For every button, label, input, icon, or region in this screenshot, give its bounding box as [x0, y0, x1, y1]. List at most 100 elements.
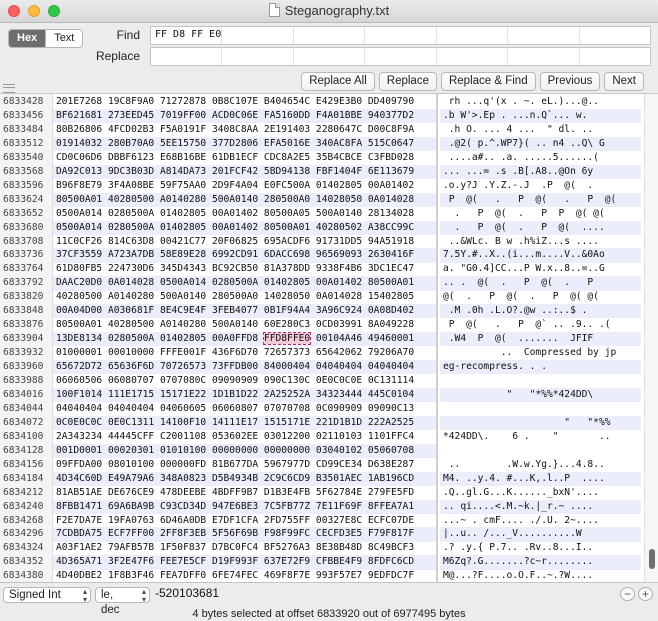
- replace-and-find-button[interactable]: Replace & Find: [440, 72, 536, 91]
- hex-editor-view[interactable]: 6833428 201E7268 19C8F9A0 71272878 0B8C10…: [0, 93, 658, 582]
- row-hex-bytes[interactable]: 4D34C60D E49A79A6 348A0823 D5B4934B 2C9C…: [53, 471, 437, 486]
- row-ascii-text[interactable]: . P @( . P @( ....: [440, 220, 641, 235]
- hex-row[interactable]: 6834380 4D40DBE2 1F8B3F46 FEA7DFF0 6FE74F…: [0, 569, 645, 582]
- row-ascii-text[interactable]: a. "G0.4]CC...P W.x..8..=..G: [440, 262, 641, 276]
- hex-row[interactable]: 6833792 DAAC20D0 0A014028 0500A014 028050…: [0, 276, 645, 291]
- hex-row[interactable]: 6833568 DA92C013 9DC3B03D A814DA73 201FCF…: [0, 164, 645, 179]
- row-hex-bytes[interactable]: 09FFDA00 08010100 000000FD 81B677DA 5967…: [53, 458, 437, 472]
- row-hex-bytes[interactable]: B96F8E79 3F4A08BE 59F75AA0 2D9F4A04 E0FC…: [53, 179, 437, 193]
- row-ascii-text[interactable]: |..u.. /..._V..........W: [440, 527, 641, 542]
- replace-all-button[interactable]: Replace All: [301, 72, 375, 91]
- row-hex-bytes[interactable]: 001D0001 00020301 01010100 00000000 0000…: [53, 443, 437, 458]
- row-hex-bytes[interactable]: 04040404 04040404 04060605 06060807 0707…: [53, 402, 437, 416]
- hex-row[interactable]: 6833456 BF621681 273EED45 7019FF00 ACD0C0…: [0, 108, 645, 124]
- row-hex-bytes[interactable]: 80500A01 40280500 A0140280 500A0140 60E2…: [53, 318, 437, 332]
- hex-row[interactable]: 6834212 81AB51AE DE676CE9 478DEEBE 4BDFF9…: [0, 486, 645, 500]
- row-ascii-text[interactable]: .b W'>.Ep . ...n.Q`... w.: [440, 108, 641, 124]
- mode-hex-button[interactable]: Hex: [9, 30, 46, 47]
- row-ascii-text[interactable]: P @( . P @( . P @(: [440, 192, 641, 207]
- row-hex-bytes[interactable]: 8FBB1471 69A6BA9B C93CD34D 947E6BE3 7C5F…: [53, 499, 437, 514]
- hex-row[interactable]: 6834240 8FBB1471 69A6BA9B C93CD34D 947E6B…: [0, 499, 645, 514]
- hex-row[interactable]: 6833428 201E7268 19C8F9A0 71272878 0B8C10…: [0, 95, 645, 109]
- add-inspector-button[interactable]: +: [638, 587, 653, 601]
- row-hex-bytes[interactable]: BF621681 273EED45 7019FF00 ACD0C06E FA51…: [53, 108, 437, 124]
- row-ascii-text[interactable]: *424DD\. 6 . " ..: [440, 430, 641, 444]
- hex-row[interactable]: 6833540 CD0C06D6 DBBF6123 E68B16BE 61DB1E…: [0, 151, 645, 165]
- row-hex-bytes[interactable]: DA92C013 9DC3B03D A814DA73 201FCF42 5BD9…: [53, 164, 437, 179]
- mode-text-button[interactable]: Text: [45, 30, 82, 47]
- row-ascii-text[interactable]: ... ...= .s .B[.A8..@On 6y: [440, 164, 641, 179]
- hex-row[interactable]: 6833736 37CF3559 A723A7DB 58E89E28 6992CD…: [0, 248, 645, 263]
- row-ascii-text[interactable]: P @( . P @` .. .9.. .(: [440, 318, 641, 332]
- row-hex-bytes[interactable]: F2E7DA7E 19FA0763 6D46A0DB E7DF1CFA 2FD7…: [53, 514, 437, 528]
- row-hex-bytes[interactable]: 7CDBDA75 ECF7FF00 2FF8F3EB 5F56F69B F98F…: [53, 527, 437, 542]
- row-hex-bytes[interactable]: 61D80FB5 224730D6 345D4343 BC92CB50 81A3…: [53, 262, 437, 276]
- find-field[interactable]: FF D8 FF E0: [150, 26, 651, 45]
- row-hex-bytes[interactable]: CD0C06D6 DBBF6123 E68B16BE 61DB1ECF CDC8…: [53, 151, 437, 165]
- hex-row[interactable]: 6834100 2A343234 44445CFF C2001108 053602…: [0, 430, 645, 444]
- inspector-value[interactable]: -520103681: [155, 586, 219, 600]
- row-hex-bytes[interactable]: 4D365A71 3F2E47F6 FEE7E5CF D19F993F 637E…: [53, 555, 437, 570]
- row-hex-bytes[interactable]: 13DE8134 0280500A 01402805 00A0FFD8 FFD8…: [53, 332, 437, 347]
- row-hex-bytes[interactable]: 81AB51AE DE676CE9 478DEEBE 4BDFF9B7 D1B3…: [53, 486, 437, 500]
- hex-row[interactable]: 6834156 09FFDA00 08010100 000000FD 81B677…: [0, 458, 645, 472]
- row-ascii-text[interactable]: .. Compressed by jp: [440, 346, 641, 360]
- hex-row[interactable]: 6833960 65672D72 65636F6D 70726573 73FFDB…: [0, 360, 645, 375]
- replace-field[interactable]: [150, 47, 651, 66]
- hex-row[interactable]: 6834184 4D34C60D E49A79A6 348A0823 D5B493…: [0, 471, 645, 486]
- hex-row[interactable]: 6833512 01914032 280B70A0 5EE15750 377D28…: [0, 136, 645, 152]
- row-hex-bytes[interactable]: 00A04D00 A030681F 8E4C9E4F 3FEB4077 0B1F…: [53, 304, 437, 319]
- row-ascii-text[interactable]: .. qi....<.M.~k.|_r.~ ....: [440, 499, 641, 514]
- hex-row[interactable]: 6833848 00A04D00 A030681F 8E4C9E4F 3FEB40…: [0, 304, 645, 319]
- hex-row[interactable]: 6833764 61D80FB5 224730D6 345D4343 BC92CB…: [0, 262, 645, 276]
- hex-row[interactable]: 6833680 0500A014 0280500A 01402805 00A014…: [0, 220, 645, 235]
- row-ascii-text[interactable]: M6Zq?.G.......?c~r........: [440, 555, 641, 570]
- selected-bytes[interactable]: FFD8FFE0: [262, 332, 312, 346]
- row-hex-bytes[interactable]: 4D40DBE2 1F8B3F46 FEA7DFF0 6FE74FEC 469F…: [53, 569, 437, 582]
- row-hex-bytes[interactable]: 01914032 280B70A0 5EE15750 377D2806 EFA5…: [53, 136, 437, 152]
- row-ascii-text[interactable]: 7.5Y.#..X..(i...m....V..&0Ao: [440, 248, 641, 263]
- row-hex-bytes[interactable]: 0C0E0C0C 0E0C1311 14100F10 14111E17 1515…: [53, 415, 437, 431]
- hex-row[interactable]: 6834296 7CDBDA75 ECF7FF00 2FF8F3EB 5F56F6…: [0, 527, 645, 542]
- panel-resize-grip-icon[interactable]: [3, 84, 15, 93]
- hex-row[interactable]: 6834072 0C0E0C0C 0E0C1311 14100F10 14111E…: [0, 415, 645, 431]
- row-hex-bytes[interactable]: 06060506 06080707 0707080C 09090909 090C…: [53, 374, 437, 388]
- replace-button[interactable]: Replace: [378, 72, 437, 91]
- row-ascii-text[interactable]: ..&WLc. B w .h%iZ...s ....: [440, 235, 641, 249]
- row-hex-bytes[interactable]: 80500A01 40280500 A0140280 500A0140 2805…: [53, 192, 437, 207]
- row-ascii-text[interactable]: .Q..gl.G...K......_bxN'....: [440, 486, 641, 500]
- row-ascii-text[interactable]: " "*%%: [440, 415, 641, 431]
- row-ascii-text[interactable]: .h O. ... 4 ... " dl. ..: [440, 123, 641, 137]
- row-ascii-text[interactable]: . P @( . P P @( @(: [440, 207, 641, 221]
- row-ascii-text[interactable]: .. .W.w.Yg.}...4.8..: [440, 458, 641, 472]
- hex-row[interactable]: 6834268 F2E7DA7E 19FA0763 6D46A0DB E7DF1C…: [0, 514, 645, 528]
- row-ascii-text[interactable]: .M .0h .L.O?.@w ..:..$ .: [440, 304, 641, 319]
- hex-text-mode-toggle[interactable]: Hex Text: [8, 29, 84, 48]
- hex-row[interactable]: 6833484 80B26806 4FCD02B3 F5A0191F 3408C8…: [0, 123, 645, 137]
- row-ascii-text[interactable]: eg-recompress. . .: [440, 360, 641, 375]
- remove-inspector-button[interactable]: −: [620, 587, 635, 601]
- row-ascii-text[interactable]: ....a#.. .a. .....5......(: [440, 151, 641, 165]
- hex-row[interactable]: 6833708 11C0CF26 814C63D8 00421C77 20F068…: [0, 235, 645, 249]
- hex-row[interactable]: 6834128 001D0001 00020301 01010100 000000…: [0, 443, 645, 458]
- scrollbar-thumb[interactable]: [649, 549, 655, 569]
- inspector-endian-select[interactable]: le, dec ▴ ▾: [95, 587, 150, 616]
- hex-row[interactable]: 6833932 01000001 00010000 FFFE001F 436F6D…: [0, 346, 645, 360]
- row-ascii-text[interactable]: .W4 P @( ....... JFIF: [440, 332, 641, 347]
- previous-button[interactable]: Previous: [539, 72, 601, 91]
- row-hex-bytes[interactable]: DAAC20D0 0A014028 0500A014 0280500A 0140…: [53, 276, 437, 291]
- hex-row[interactable]: 6833820 40280500 A0140280 500A0140 280500…: [0, 290, 645, 304]
- hex-row[interactable]: 6833988 06060506 06080707 0707080C 090909…: [0, 374, 645, 388]
- row-ascii-text[interactable]: M4. ..y.4. #...K,.l..P ....: [440, 471, 641, 486]
- hex-row[interactable]: 6833596 B96F8E79 3F4A08BE 59F75AA0 2D9F4A…: [0, 179, 645, 193]
- row-hex-bytes[interactable]: A03F1AE2 79AFB57B 1F50F837 D7BC0FC4 BF52…: [53, 541, 437, 555]
- hex-row[interactable]: 6833876 80500A01 40280500 A0140280 500A01…: [0, 318, 645, 332]
- row-hex-bytes[interactable]: 201E7268 19C8F9A0 71272878 0B8C107E B404…: [53, 95, 437, 109]
- row-ascii-text[interactable]: .o.y?J .Y.Z.-.J .P @( .: [440, 179, 641, 193]
- row-hex-bytes[interactable]: 0500A014 0280500A 01402805 00A01402 8050…: [53, 207, 437, 221]
- row-ascii-text[interactable]: ...~ . cmF.... ./.U. 2~....: [440, 514, 641, 528]
- row-ascii-text[interactable]: .? .y.{ P.7.. .Rv..8...I..: [440, 541, 641, 555]
- row-hex-bytes[interactable]: 100F1014 111E1715 15171E22 1D1B1D22 2A25…: [53, 387, 437, 403]
- row-hex-bytes[interactable]: 11C0CF26 814C63D8 00421C77 20F06825 695A…: [53, 235, 437, 249]
- hex-row[interactable]: 6833904 13DE8134 0280500A 01402805 00A0FF…: [0, 332, 645, 347]
